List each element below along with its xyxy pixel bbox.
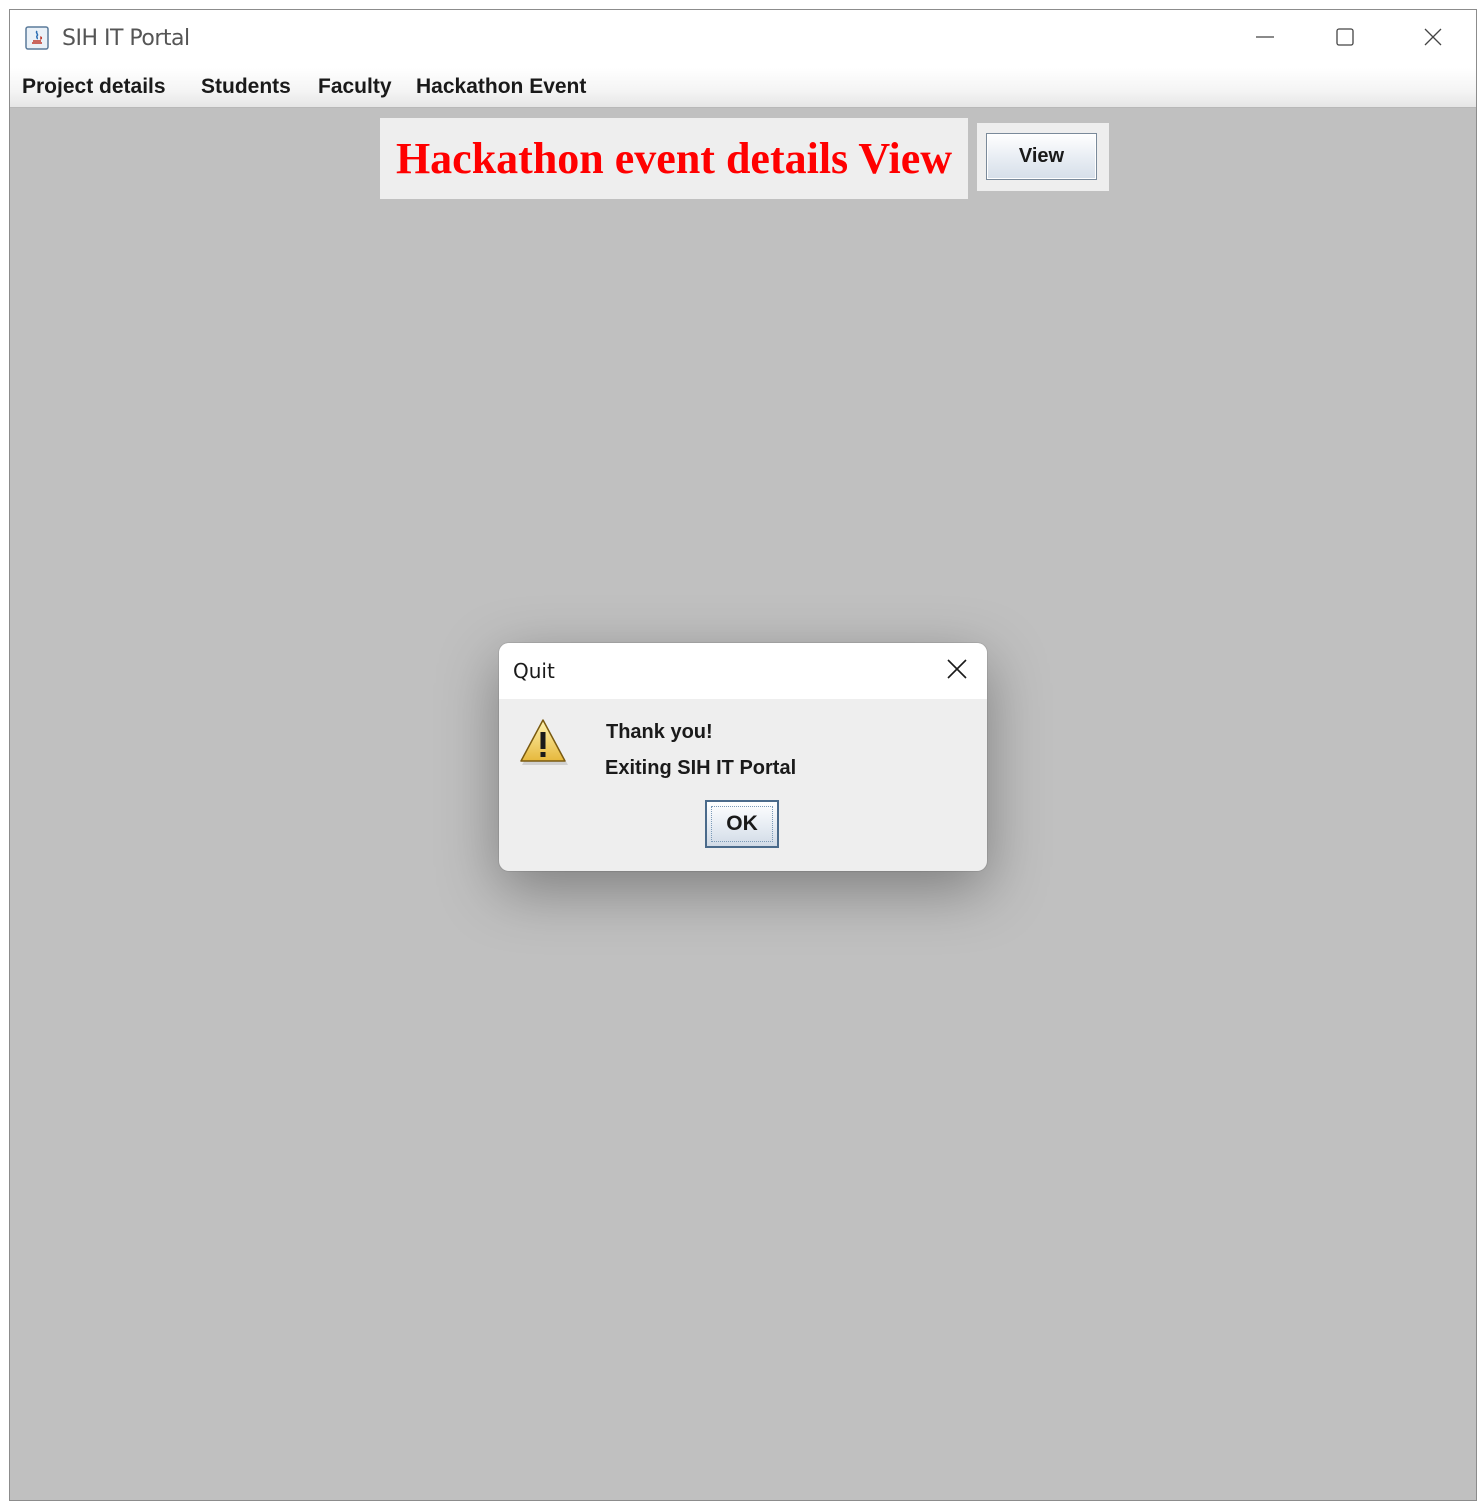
maximize-button[interactable]: [1310, 10, 1380, 68]
heading-panel: Hackathon event details View: [380, 118, 968, 199]
dialog-message-line2: Exiting SIH IT Portal: [605, 757, 797, 779]
dialog-titlebar[interactable]: Quit: [499, 643, 987, 699]
minimize-button[interactable]: [1230, 10, 1300, 68]
dialog-close-button[interactable]: [941, 655, 973, 687]
ok-button-label: OK: [726, 812, 758, 835]
ok-button[interactable]: OK: [705, 800, 779, 848]
close-icon: [1422, 26, 1444, 53]
menu-faculty[interactable]: Faculty: [318, 75, 392, 99]
close-icon: [946, 658, 968, 685]
view-button-panel: View: [977, 123, 1109, 191]
window-titlebar[interactable]: SIH IT Portal: [10, 10, 1476, 68]
view-button[interactable]: View: [986, 133, 1097, 180]
page-heading: Hackathon event details View: [395, 134, 953, 183]
window-title: SIH IT Portal: [62, 26, 190, 51]
menu-students[interactable]: Students: [201, 75, 291, 99]
maximize-icon: [1334, 26, 1356, 53]
menu-project-details[interactable]: Project details: [22, 75, 166, 99]
dialog-title: Quit: [513, 659, 555, 683]
warning-icon: [517, 717, 569, 767]
minimize-icon: [1254, 26, 1276, 53]
java-app-icon: [25, 26, 49, 50]
menu-hackathon-event[interactable]: Hackathon Event: [416, 75, 586, 99]
menu-bar: Project details Students Faculty Hackath…: [10, 68, 1476, 108]
dialog-message-line1: Thank you!: [606, 721, 713, 743]
quit-dialog: Quit Thank you! Exiting SIH IT Portal OK: [499, 643, 987, 871]
close-button[interactable]: [1398, 10, 1468, 68]
